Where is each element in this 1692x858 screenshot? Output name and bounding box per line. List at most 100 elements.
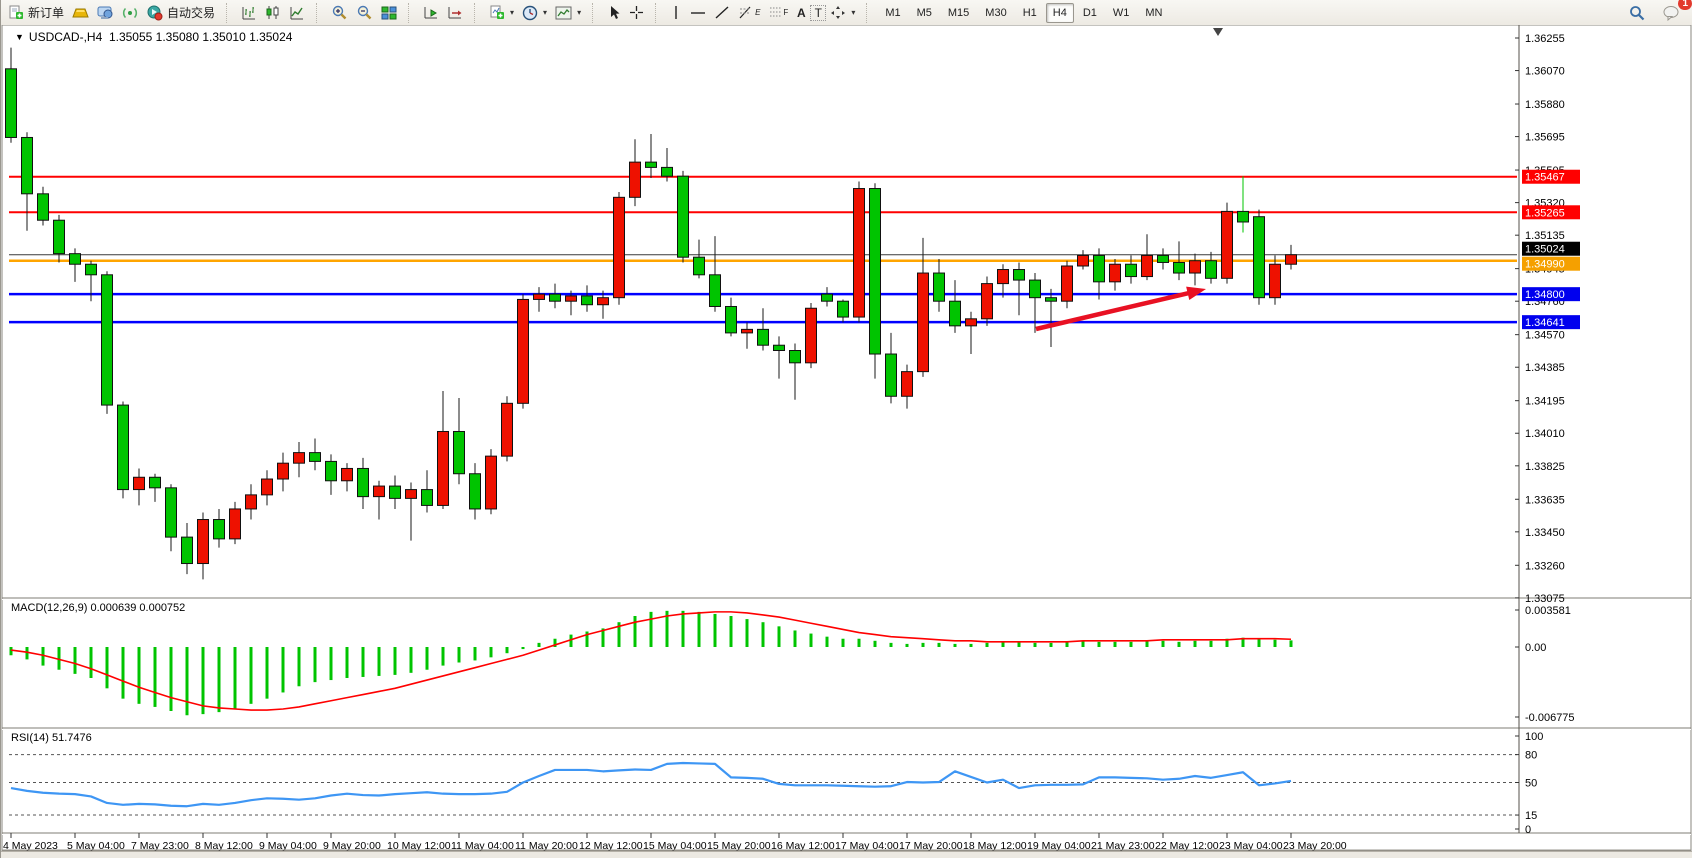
- horizontal-line-button[interactable]: [686, 2, 710, 24]
- chart-shift-button[interactable]: [443, 2, 467, 24]
- search-button[interactable]: [1625, 2, 1649, 24]
- chevron-down-icon: ▾: [851, 8, 855, 17]
- rsi-tick-label: 100: [1525, 731, 1543, 743]
- price-tick-label: 1.34195: [1525, 396, 1565, 408]
- notifications-button[interactable]: 1: [1659, 2, 1685, 24]
- rsi-tick-label: 50: [1525, 778, 1537, 790]
- candlestick-chart-icon: [265, 5, 281, 20]
- rsi-tick-label: 80: [1525, 750, 1537, 762]
- candle-body: [742, 329, 753, 333]
- timeframe-button-M15[interactable]: M15: [941, 3, 976, 23]
- new-order-button[interactable]: 新订单: [4, 2, 68, 24]
- crosshair-button[interactable]: [625, 2, 648, 24]
- timeframe-button-M5[interactable]: M5: [910, 3, 939, 23]
- price-flag-label: 1.34641: [1525, 317, 1565, 329]
- toolbar-separator: [655, 3, 661, 23]
- price-tick-label: 1.36070: [1525, 66, 1565, 78]
- price-flag-label: 1.35265: [1525, 207, 1565, 219]
- indicators-icon: [489, 5, 505, 20]
- candle-body: [934, 273, 945, 301]
- candle-body: [1142, 255, 1153, 276]
- candle-body: [1094, 255, 1105, 281]
- price-flag-label: 1.35024: [1525, 244, 1565, 256]
- candle-body: [582, 296, 593, 305]
- candle-body: [902, 372, 913, 397]
- auto-scroll-button[interactable]: [419, 2, 443, 24]
- candle-body: [838, 301, 849, 317]
- candle-body: [278, 463, 289, 479]
- signal-icon: [122, 5, 138, 20]
- timeframe-button-W1[interactable]: W1: [1106, 3, 1137, 23]
- text-tool-button[interactable]: A: [792, 4, 810, 22]
- candle-body: [150, 477, 161, 488]
- arrows-tool-button[interactable]: ▾: [826, 2, 859, 24]
- template-chart-icon: [555, 6, 572, 20]
- cursor-button[interactable]: [603, 2, 625, 24]
- price-tick-label: 1.33450: [1525, 527, 1565, 539]
- toolbar-separator: [592, 3, 598, 23]
- periods-button[interactable]: ▾: [518, 2, 551, 24]
- candle-body: [1062, 266, 1073, 301]
- candle-body: [1206, 261, 1217, 279]
- collapse-triangle-icon[interactable]: ▼: [15, 32, 24, 42]
- fibonacci-e-glyph: E: [755, 8, 760, 17]
- rsi-indicator-label: RSI(14) 51.7476: [11, 732, 92, 744]
- candle-body: [326, 461, 337, 480]
- candle-body: [6, 69, 17, 138]
- candle-body: [982, 284, 993, 319]
- fibonacci-button[interactable]: E: [734, 2, 764, 24]
- arrows-icon: [830, 5, 846, 20]
- price-flag-label: 1.35467: [1525, 172, 1565, 184]
- candle-body: [262, 479, 273, 495]
- candle-body: [134, 477, 145, 489]
- candle-body: [630, 162, 641, 197]
- candle-body: [662, 167, 673, 176]
- main-toolbar: 新订单: [1, 0, 1692, 26]
- tile-windows-button[interactable]: [377, 2, 401, 24]
- vertical-line-button[interactable]: [666, 2, 686, 24]
- zoom-in-button[interactable]: [327, 2, 352, 24]
- chart-canvas[interactable]: 1.362551.360701.358801.356951.355051.353…: [1, 25, 1692, 858]
- autotrade-button[interactable]: 自动交易: [142, 2, 219, 24]
- price-tick-label: 1.35135: [1525, 230, 1565, 242]
- line-chart-button[interactable]: [285, 2, 309, 24]
- chevron-down-icon: ▾: [577, 8, 581, 17]
- cursor-icon: [607, 5, 621, 20]
- bar-chart-icon: [241, 5, 257, 20]
- timeframe-button-MN[interactable]: MN: [1138, 3, 1169, 23]
- indicators-button[interactable]: ▾: [485, 2, 518, 24]
- symbol-period-label: USDCAD-,H4: [29, 30, 102, 44]
- grid-tool-button[interactable]: F: [764, 2, 792, 24]
- candle-body: [1270, 264, 1281, 297]
- timeframe-button-M1[interactable]: M1: [878, 3, 907, 23]
- candle-body: [1014, 270, 1025, 281]
- toolbar-separator: [226, 3, 232, 23]
- signal-button[interactable]: [118, 2, 142, 24]
- trendline-button[interactable]: [710, 2, 734, 24]
- zoom-out-button[interactable]: [352, 2, 377, 24]
- bar-chart-button[interactable]: [237, 2, 261, 24]
- candle-body: [822, 294, 833, 301]
- macd-tick-label: 0.003581: [1525, 605, 1571, 617]
- text-label-tool-button[interactable]: T: [810, 5, 826, 21]
- chart-shift-icon: [447, 5, 463, 20]
- trendline-icon: [714, 5, 730, 20]
- timeframe-button-D1[interactable]: D1: [1076, 3, 1104, 23]
- new-order-label: 新订单: [28, 4, 64, 21]
- candle-body: [1078, 255, 1089, 266]
- candle-body: [70, 254, 81, 265]
- timeframe-button-M30[interactable]: M30: [978, 3, 1013, 23]
- candle-body: [646, 162, 657, 167]
- timeframe-button-H1[interactable]: H1: [1016, 3, 1044, 23]
- price-tick-label: 1.33260: [1525, 560, 1565, 572]
- candle-body: [54, 220, 65, 253]
- timeframe-button-H4[interactable]: H4: [1046, 3, 1074, 23]
- templates-button[interactable]: ▾: [551, 2, 585, 24]
- candle-body: [454, 431, 465, 473]
- candle-body: [390, 486, 401, 498]
- gold-bar-button[interactable]: [68, 2, 93, 24]
- chart-window: 1.362551.360701.358801.356951.355051.353…: [1, 25, 1692, 858]
- zoom-in-icon: [331, 5, 348, 21]
- monitor-button[interactable]: [93, 2, 118, 24]
- candlestick-chart-button[interactable]: [261, 2, 285, 24]
